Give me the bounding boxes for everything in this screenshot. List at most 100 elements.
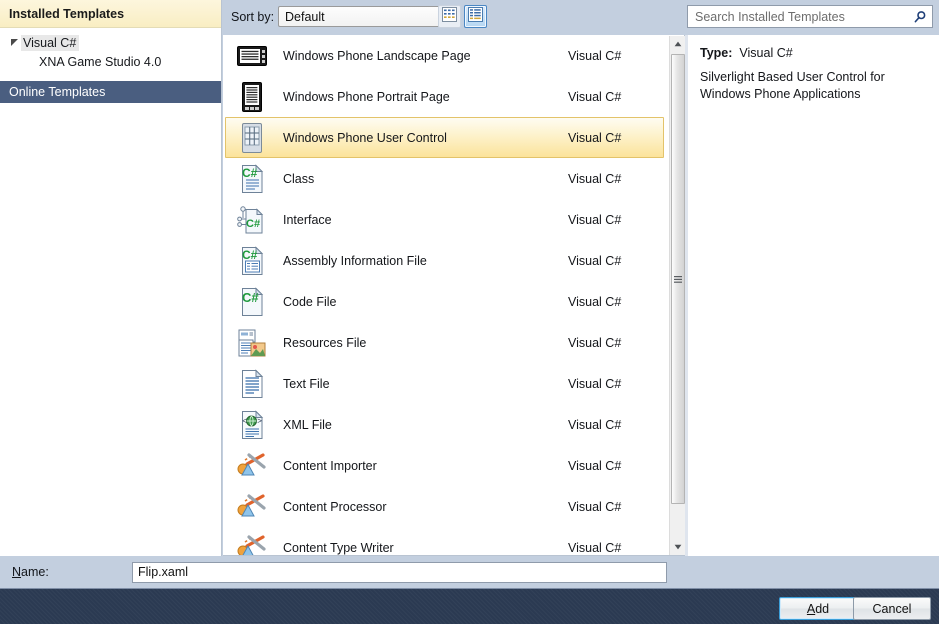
csharp-class-icon: C# <box>235 163 269 195</box>
small-icons-icon <box>442 6 457 27</box>
name-label-rest: ame: <box>21 565 49 579</box>
content-pipeline-icon <box>235 491 269 523</box>
type-label: Type: <box>700 46 733 60</box>
template-row[interactable]: Windows Phone Portrait Page Visual C# <box>225 76 664 117</box>
template-categories-tree: Visual C# XNA Game Studio 4.0 <box>0 28 221 72</box>
template-row[interactable]: C# Assembly Information File Visual C# <box>225 240 664 281</box>
template-row-language: Visual C# <box>568 171 622 186</box>
tree-node-label: Visual C# <box>21 34 80 51</box>
template-row-language: Visual C# <box>568 294 622 309</box>
template-row-language: Visual C# <box>568 253 622 268</box>
list-toolbar: Sort by: Default <box>223 0 939 35</box>
template-type-row: Type: Visual C# <box>700 46 939 60</box>
template-row[interactable]: Content Processor Visual C# <box>225 486 664 527</box>
csharp-assembly-info-icon: C# <box>235 245 269 277</box>
template-row-name: Windows Phone User Control <box>283 130 447 145</box>
name-row: Name: <box>0 556 939 588</box>
scrollbar-thumb[interactable] <box>671 54 685 504</box>
template-row[interactable]: C# Code File Visual C# <box>225 281 664 322</box>
sidebar-header: Installed Templates <box>0 0 221 28</box>
expanded-triangle-icon[interactable] <box>8 36 21 49</box>
cancel-label: Cancel <box>872 601 912 616</box>
large-icons-view-button[interactable] <box>464 5 487 28</box>
search-input[interactable] <box>688 6 908 27</box>
svg-text:C#: C# <box>242 166 258 180</box>
name-label-accel: N <box>12 565 22 579</box>
xml-file-icon: < > <box>235 409 269 441</box>
template-row-name: Assembly Information File <box>283 253 427 268</box>
template-row-language: Visual C# <box>568 335 622 350</box>
sidebar-item-online-templates[interactable]: Online Templates <box>0 81 221 103</box>
add-rest: dd <box>815 601 830 616</box>
template-row-name: Interface <box>283 212 332 227</box>
dialog-footer: Add Cancel <box>0 588 939 624</box>
resources-file-icon <box>235 327 269 359</box>
name-input[interactable] <box>132 561 667 583</box>
template-row[interactable]: Text File Visual C# <box>225 363 664 404</box>
add-new-item-dialog: Installed Templates Visual C# XNA Game S… <box>0 0 939 624</box>
csharp-interface-icon: C# <box>235 204 269 236</box>
phone-user-control-icon <box>235 122 269 154</box>
template-row-language: Visual C# <box>568 48 622 63</box>
online-templates-label: Online Templates <box>9 85 106 99</box>
content-pipeline-icon <box>235 532 269 555</box>
template-row-language: Visual C# <box>568 499 622 514</box>
template-info-panel: Type: Visual C# Silverlight Based User Co… <box>688 35 939 556</box>
small-icons-view-button[interactable] <box>438 5 461 28</box>
sort-by-select[interactable]: Default <box>278 6 460 27</box>
template-row[interactable]: C# Interface Visual C# <box>225 199 664 240</box>
template-list-rows: Windows Phone Landscape Page Visual C# Wi… <box>223 35 666 555</box>
csharp-code-file-icon: C# <box>235 286 269 318</box>
template-row-language: Visual C# <box>568 417 622 432</box>
template-row-name: Resources File <box>283 335 367 350</box>
add-button[interactable]: Add <box>779 597 857 620</box>
text-file-icon <box>235 368 269 400</box>
template-row[interactable]: Resources File Visual C# <box>225 322 664 363</box>
template-row-name: Text File <box>283 376 330 391</box>
name-label: Name: <box>12 565 132 579</box>
template-row-name: Content Processor <box>283 499 387 514</box>
installed-templates-sidebar: Installed Templates Visual C# XNA Game S… <box>0 0 222 556</box>
template-row[interactable]: Windows Phone Landscape Page Visual C# <box>225 35 664 76</box>
template-row-language: Visual C# <box>568 89 622 104</box>
svg-text:C#: C# <box>242 290 259 305</box>
svg-text:C#: C# <box>246 218 260 230</box>
template-row[interactable]: Content Importer Visual C# <box>225 445 664 486</box>
template-row-name: Windows Phone Portrait Page <box>283 89 450 104</box>
sort-by-label: Sort by: <box>231 10 275 24</box>
template-row-name: XML File <box>283 417 332 432</box>
template-row[interactable]: C# Class Visual C# <box>225 158 664 199</box>
template-row[interactable]: < > XML File Visual C# <box>225 404 664 445</box>
search-box[interactable] <box>687 5 933 28</box>
template-row-name: Class <box>283 171 315 186</box>
template-row-language: Visual C# <box>568 376 622 391</box>
tree-node-xna-game-studio[interactable]: XNA Game Studio 4.0 <box>0 52 221 72</box>
template-row-name: Content Importer <box>283 458 377 473</box>
svg-text:C#: C# <box>242 248 258 262</box>
template-list-scrollbar[interactable] <box>669 36 686 555</box>
scroll-up-icon[interactable] <box>670 36 686 52</box>
template-row-name: Windows Phone Landscape Page <box>283 48 471 63</box>
add-accel: A <box>806 601 816 616</box>
content-pipeline-icon <box>235 450 269 482</box>
type-value: Visual C# <box>739 46 793 60</box>
template-row-language: Visual C# <box>568 212 622 227</box>
template-row[interactable]: Content Type Writer Visual C# <box>225 527 664 555</box>
search-icon[interactable] <box>908 10 932 24</box>
template-list[interactable]: Windows Phone Landscape Page Visual C# Wi… <box>223 35 685 556</box>
cancel-button[interactable]: Cancel <box>853 597 931 620</box>
svg-text:<: < <box>242 416 247 425</box>
template-row[interactable]: Windows Phone User Control Visual C# <box>225 117 664 158</box>
template-row-language: Visual C# <box>568 458 622 473</box>
svg-text:>: > <box>257 416 262 425</box>
tree-child-label: XNA Game Studio 4.0 <box>39 55 162 69</box>
template-row-name: Code File <box>283 294 337 309</box>
template-row-language: Visual C# <box>568 130 622 145</box>
sort-by-value: Default <box>285 9 325 24</box>
phone-portrait-icon <box>235 81 269 113</box>
scrollbar-grip-icon <box>674 270 682 288</box>
template-description: Silverlight Based User Control for Windo… <box>700 70 885 101</box>
tree-node-visual-csharp[interactable]: Visual C# <box>0 33 221 52</box>
scroll-down-icon[interactable] <box>670 539 686 555</box>
phone-landscape-icon <box>235 40 269 72</box>
